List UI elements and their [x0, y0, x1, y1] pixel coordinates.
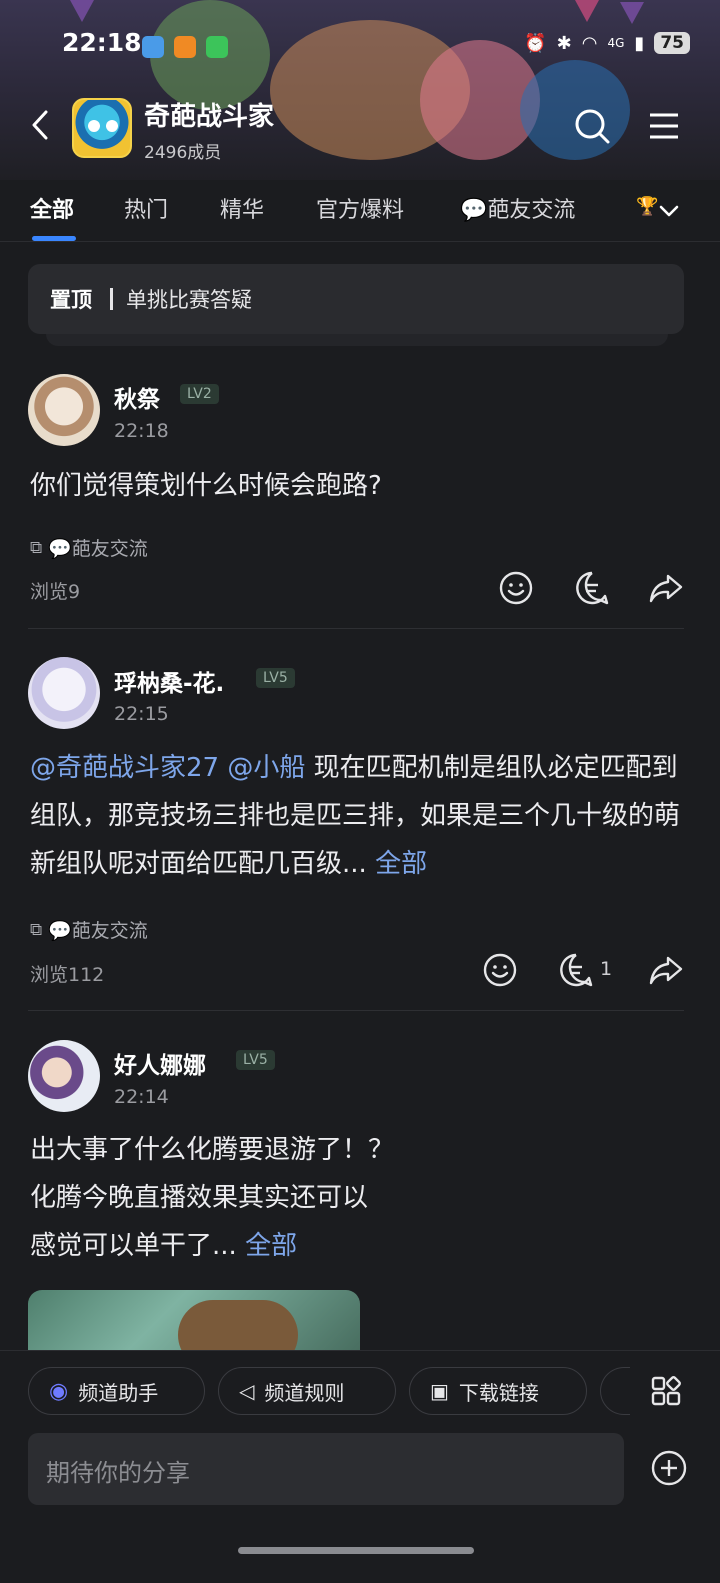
weather-icon: [142, 36, 164, 58]
active-tab-indicator: [32, 236, 76, 241]
channel-rules-button[interactable]: ◁ 频道规则: [218, 1367, 396, 1415]
post-line: 出大事了什么化腾要退游了！？: [30, 1135, 395, 1165]
mention-link[interactable]: @小船: [227, 753, 305, 783]
signal-icon: ▮: [634, 32, 645, 54]
post-text[interactable]: @奇葩战斗家27 @小船 现在匹配机制是组队必定匹配到组队，那竞技场三排也是匹三…: [30, 744, 690, 888]
post-line: 感觉可以单干了... 全部: [30, 1231, 298, 1261]
username[interactable]: 琈枘桑-花.: [114, 664, 224, 698]
view-count: 浏览9: [30, 581, 81, 603]
share-icon[interactable]: [648, 570, 684, 606]
expand-link[interactable]: 全部: [375, 849, 427, 879]
speaker-icon: ◁: [239, 1379, 255, 1403]
tab-hot[interactable]: 热门: [124, 192, 168, 224]
member-count: 2496成员: [144, 143, 222, 163]
post-input[interactable]: 期待你的分享: [28, 1433, 624, 1505]
post-time: 22:14: [114, 1086, 169, 1108]
alarm-icon: ⏰: [524, 32, 547, 54]
tab-bar: 全部 热门 精华 官方爆料 💬葩友交流 🏆: [0, 180, 720, 242]
status-time: 22:18: [62, 28, 142, 57]
post-channel[interactable]: ⧉ 💬葩友交流: [30, 916, 148, 943]
assistant-icon: ◉: [49, 1378, 69, 1404]
view-count: 浏览112: [30, 964, 105, 986]
home-indicator[interactable]: [238, 1547, 474, 1554]
wifi-icon: ◠: [581, 32, 598, 54]
level-badge: LV2: [180, 384, 219, 404]
channel-logo[interactable]: [72, 98, 132, 158]
post-divider: [28, 628, 684, 629]
channel-label: 💬葩友交流: [48, 920, 148, 942]
tab-friend-chat[interactable]: 💬葩友交流: [460, 192, 575, 224]
battery-saver-icon: [206, 36, 228, 58]
download-link-button[interactable]: ▣ 下载链接: [409, 1367, 587, 1415]
level-badge: LV5: [256, 668, 295, 688]
ticket-icon: ▣: [430, 1379, 449, 1403]
avatar[interactable]: [28, 1040, 100, 1112]
pinned-separator: [110, 288, 113, 310]
top-bar: 奇葩战斗家 2496成员: [0, 92, 720, 168]
status-bar: 22:18 ⏰ ✱ ◠ 4G ▮ 75: [0, 28, 720, 68]
post-text[interactable]: 出大事了什么化腾要退游了！？ 化腾今晚直播效果其实还可以 感觉可以单干了... …: [30, 1126, 690, 1270]
search-icon[interactable]: [572, 106, 612, 146]
more-chips[interactable]: [600, 1367, 630, 1415]
comment-count: 1: [600, 958, 613, 980]
pinned-tag: 置顶: [50, 288, 92, 312]
channel-header: 22:18 ⏰ ✱ ◠ 4G ▮ 75 奇葩战斗家 2496成员: [0, 0, 720, 180]
post-text[interactable]: 你们觉得策划什么时候会跑路?: [30, 462, 690, 510]
banner-flag: [70, 0, 94, 22]
copy-icon: ⧉: [30, 919, 43, 940]
grid-icon[interactable]: [650, 1375, 682, 1407]
channel-assistant-button[interactable]: ◉ 频道助手: [28, 1367, 205, 1415]
back-icon[interactable]: [24, 108, 58, 142]
pinned-post[interactable]: 置顶 单挑比赛答疑: [28, 264, 684, 334]
username[interactable]: 秋祭: [114, 380, 160, 414]
expand-link[interactable]: 全部: [245, 1231, 297, 1261]
news-icon: [174, 36, 196, 58]
level-badge: LV5: [236, 1050, 275, 1070]
post-channel[interactable]: ⧉ 💬葩友交流: [30, 534, 148, 561]
copy-icon: ⧉: [30, 537, 43, 558]
banner-flag: [620, 2, 644, 24]
network-label: 4G: [607, 36, 625, 50]
status-right: ⏰ ✱ ◠ 4G ▮ 75: [524, 32, 690, 54]
mention-link[interactable]: @奇葩战斗家27: [30, 753, 219, 783]
post-time: 22:15: [114, 703, 169, 725]
tab-all[interactable]: 全部: [30, 192, 74, 224]
chip-label: 频道规则: [264, 1380, 345, 1405]
channel-name[interactable]: 奇葩战斗家: [144, 96, 274, 133]
avatar[interactable]: [28, 374, 100, 446]
add-icon[interactable]: [650, 1449, 688, 1487]
post-line: 化腾今晚直播效果其实还可以: [30, 1183, 369, 1213]
username[interactable]: 好人娜娜: [114, 1046, 206, 1080]
avatar[interactable]: [28, 657, 100, 729]
post-time: 22:18: [114, 420, 169, 442]
emoji-reaction-icon[interactable]: [498, 570, 534, 606]
share-icon[interactable]: [648, 952, 684, 988]
chip-label: 下载链接: [458, 1380, 539, 1405]
battery-indicator: 75: [654, 32, 690, 54]
comment-icon[interactable]: [558, 952, 594, 988]
banner-flag: [575, 0, 599, 22]
bluetooth-icon: ✱: [556, 32, 572, 54]
bottom-panel: ◉ 频道助手 ◁ 频道规则 ▣ 下载链接 期待你的分享: [0, 1350, 720, 1583]
menu-icon[interactable]: [644, 106, 684, 146]
chip-label: 频道助手: [78, 1380, 159, 1405]
chevron-down-icon[interactable]: [656, 198, 682, 224]
tab-official-news[interactable]: 官方爆料: [316, 192, 404, 224]
emoji-reaction-icon[interactable]: [482, 952, 518, 988]
tab-featured[interactable]: 精华: [220, 192, 264, 224]
pinned-title: 单挑比赛答疑: [126, 288, 252, 312]
channel-label: 💬葩友交流: [48, 538, 148, 560]
post-divider: [28, 1010, 684, 1011]
comment-icon[interactable]: [574, 570, 610, 606]
